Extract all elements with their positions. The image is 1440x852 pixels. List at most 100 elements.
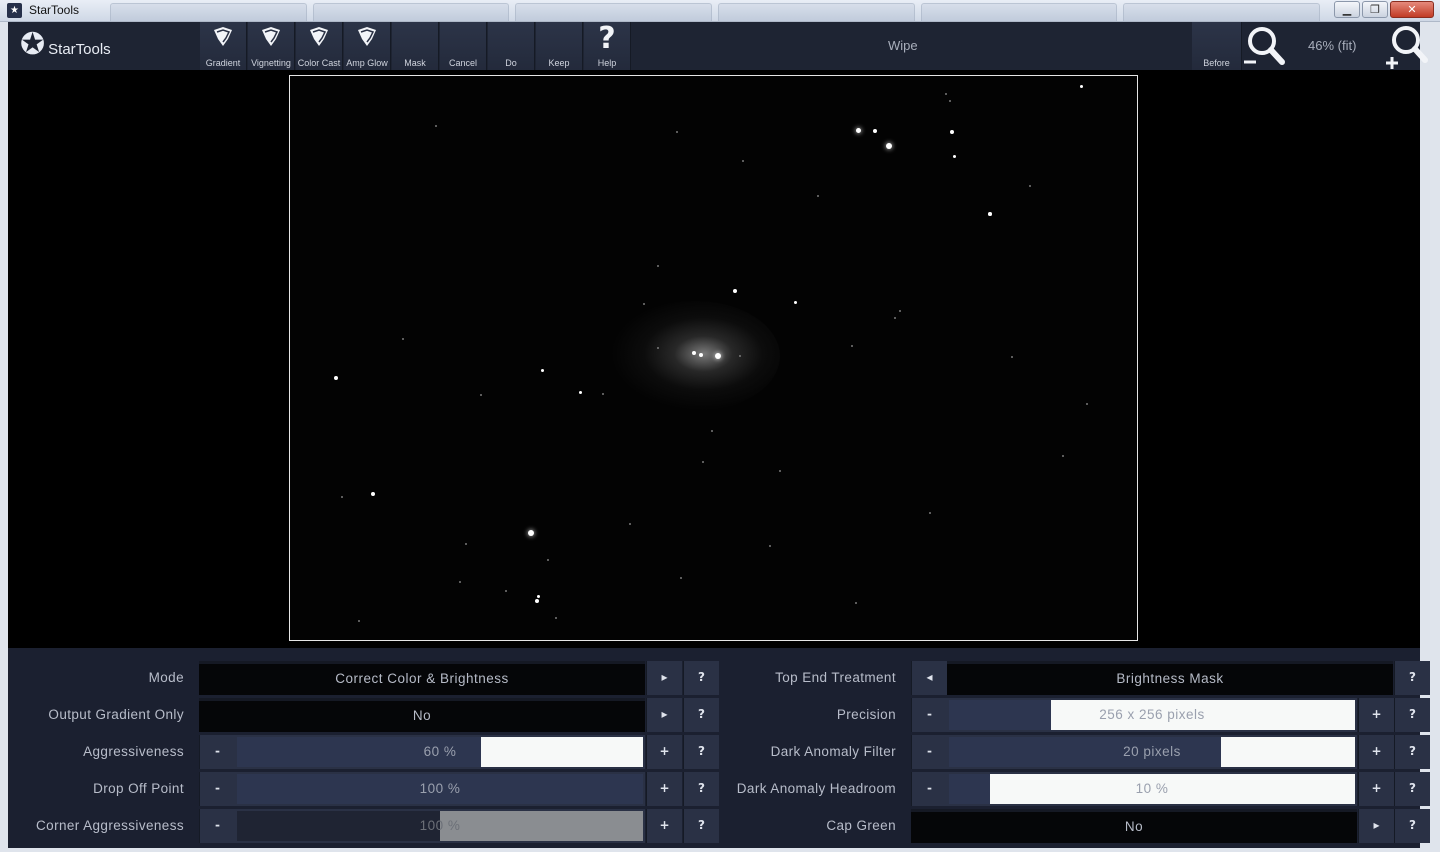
toolbar-button-label: Do (505, 58, 517, 68)
star (702, 461, 704, 463)
star (357, 619, 361, 623)
toolbar-button-label: Gradient (205, 58, 241, 68)
maximize-button[interactable]: ❐ (1362, 1, 1388, 18)
wipe-icon (248, 22, 294, 56)
startools-logo: ✪ StarTools (20, 26, 130, 64)
star (899, 310, 901, 312)
toolbar-button-color-cast[interactable]: Color Cast (296, 22, 343, 70)
decrease-button[interactable]: - (911, 772, 947, 806)
star (536, 594, 540, 598)
background-tab (312, 3, 510, 21)
star (739, 355, 741, 357)
star (676, 131, 678, 133)
toolbar-button-help[interactable]: ? Help (584, 22, 631, 70)
star (465, 543, 467, 545)
toolbar-button-vignetting[interactable]: Vignetting (248, 22, 295, 70)
param-label: Dark Anomaly Filter (770, 744, 896, 759)
toolbar-button-label: Color Cast (297, 58, 341, 68)
before-label: Before (1203, 58, 1230, 68)
toolbar-button-label: Cancel (448, 58, 477, 68)
help-button[interactable]: ? (1394, 772, 1430, 806)
toolbar-button-label: Vignetting (251, 58, 291, 68)
window-title: StarTools (29, 3, 80, 17)
star (547, 559, 549, 561)
help-button[interactable]: ? (1394, 661, 1430, 695)
star (629, 523, 631, 525)
image-viewer[interactable] (8, 70, 1420, 648)
star (692, 351, 696, 355)
help-button[interactable]: ? (1394, 735, 1430, 769)
background-tab (110, 3, 307, 21)
toolbar-button-cancel[interactable]: Cancel (440, 22, 487, 70)
toolbar-button-label: Amp Glow (346, 58, 388, 68)
star (715, 353, 721, 359)
next-option-button[interactable]: ▸ (1358, 809, 1394, 843)
close-button[interactable]: ✕ (1390, 1, 1434, 18)
increase-button[interactable]: + (1358, 772, 1394, 806)
star (680, 577, 682, 579)
tool-title: Wipe (888, 38, 918, 53)
param-row-dark-anomaly-filter: Dark Anomaly Filter - 20 pixels +? (8, 735, 1430, 769)
param-label: Dark Anomaly Headroom (736, 781, 896, 796)
wipe-icon (344, 22, 390, 56)
background-taskbar-tabs (110, 3, 1321, 21)
background-tab (718, 3, 915, 21)
toolbar-button-amp-glow[interactable]: Amp Glow (344, 22, 391, 70)
param-choice-top-end-treatment[interactable]: Brightness Mask (947, 661, 1393, 695)
blank (488, 22, 534, 56)
param-choice-cap-green[interactable]: No (911, 809, 1357, 843)
star (894, 317, 896, 319)
star (952, 154, 956, 158)
star (779, 470, 781, 472)
minimize-button[interactable]: ▁ (1334, 1, 1360, 18)
toolbar-button-label: Keep (548, 58, 570, 68)
increase-button[interactable]: + (1358, 698, 1394, 732)
window-titlebar: ★ StarTools ▁ ❐ ✕ (0, 0, 1440, 22)
help-button[interactable]: ? (1394, 809, 1430, 843)
star-logo-icon: ✪ (20, 27, 46, 62)
background-tab (920, 3, 1118, 21)
toolbar-button-do[interactable]: Do (488, 22, 535, 70)
toolbar-button-keep[interactable]: Keep (536, 22, 583, 70)
param-row-precision: Precision - 256 x 256 pixels +? (8, 698, 1430, 732)
star (554, 616, 558, 620)
param-slider-dark-anomaly-headroom[interactable]: 10 % (947, 772, 1357, 806)
increase-button[interactable]: + (1358, 735, 1394, 769)
orion-nebula (610, 301, 780, 411)
zoom-out-button[interactable] (1240, 22, 1290, 70)
startools-app: ✪ StarTools Gradient Vignetting Color Cast… (8, 22, 1430, 848)
toolbar-button-mask[interactable]: Mask (392, 22, 439, 70)
star (1011, 356, 1013, 358)
param-slider-precision[interactable]: 256 x 256 pixels (947, 698, 1357, 732)
zoom-in-button[interactable] (1382, 22, 1428, 70)
star (602, 393, 604, 395)
zoom-out-icon (1244, 27, 1285, 65)
astro-image[interactable] (289, 75, 1138, 641)
star (711, 430, 713, 432)
toolbar-button-gradient[interactable]: Gradient (200, 22, 247, 70)
star (402, 338, 404, 340)
star (817, 195, 819, 197)
star (1086, 403, 1088, 405)
decrease-button[interactable]: - (911, 735, 947, 769)
background-tab (1123, 3, 1321, 21)
blank-icon (1192, 22, 1241, 56)
star (535, 599, 539, 603)
blank (536, 22, 582, 56)
star (1062, 455, 1064, 457)
help-button[interactable]: ? (1394, 698, 1430, 732)
previous-option-button[interactable]: ◂ (911, 661, 947, 695)
star (929, 512, 931, 514)
star (459, 581, 461, 583)
decrease-button[interactable]: - (911, 698, 947, 732)
star (732, 288, 738, 294)
star (873, 129, 877, 133)
param-row-dark-anomaly-headroom: Dark Anomaly Headroom - 10 % +? (8, 772, 1430, 806)
before-button[interactable]: Before (1192, 22, 1242, 70)
zoom-in-icon (1386, 26, 1428, 69)
star (370, 491, 376, 497)
star (950, 130, 954, 134)
parameter-panel: Mode Correct Color & Brightness ▸? Output G… (8, 648, 1430, 848)
blank (440, 22, 486, 56)
param-slider-dark-anomaly-filter[interactable]: 20 pixels (947, 735, 1357, 769)
